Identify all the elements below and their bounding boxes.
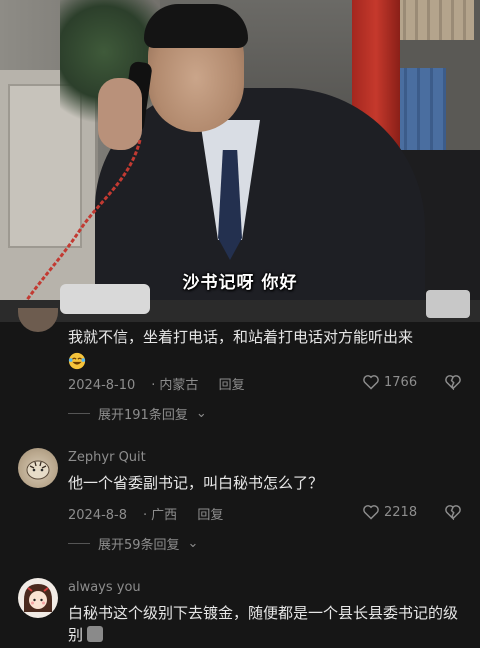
like-button[interactable]: 1766 (362, 374, 417, 390)
reply-button[interactable]: 回复 (219, 378, 245, 393)
comment-item: always you 白秘书这个级别下去镀金，随便都是一个县长县委书记的级别 (0, 578, 480, 648)
avatar[interactable] (18, 308, 58, 332)
video-subtitle: 沙书记呀 你好 (182, 273, 298, 293)
laughing-crying-emoji-icon (68, 352, 86, 370)
comment-date: 2024-8-10 (68, 378, 136, 393)
like-count: 1766 (384, 374, 418, 390)
chevron-down-icon: ⌄ (195, 406, 207, 421)
comment-item: Zephyr Quit 他一个省委副书记，叫白秘书怎么了？ 2024-8-8 · 广… (0, 448, 480, 578)
comment-text-body: 白秘书这个级别下去镀金，随便都是一个县长县委书记的级别 (68, 604, 459, 644)
avatar[interactable] (18, 578, 58, 618)
reply-button[interactable]: 回复 (197, 508, 223, 523)
comment-list: 我就不信，坐着打电话，和站着打电话对方能听出来 2024-8-10 · 内蒙古 回复… (0, 308, 480, 644)
comment-text: 白秘书这个级别下去镀金，随便都是一个县长县委书记的级别 (68, 602, 468, 646)
comment-username[interactable]: Zephyr Quit (68, 450, 146, 465)
heart-icon (363, 375, 379, 390)
broken-heart-icon[interactable] (444, 504, 462, 520)
video-frame[interactable]: 沙书记呀 你好 (0, 0, 480, 322)
comment-text: 他一个省委副书记，叫白秘书怎么了？ (68, 474, 324, 492)
comment-location: 广西 (151, 508, 178, 523)
comment-text: 我就不信，坐着打电话，和站着打电话对方能听出来 (68, 328, 414, 346)
comment-meta: 2024-8-10 · 内蒙古 回复 (68, 378, 245, 393)
divider-line (68, 543, 90, 544)
chevron-down-icon: ⌄ (187, 536, 199, 551)
comment-username[interactable]: always you (68, 580, 141, 595)
girl-cartoon-icon (24, 584, 52, 612)
binders-top (394, 0, 474, 40)
comment-meta: 2024-8-8 · 广西 回复 (68, 508, 224, 523)
comment-location: 内蒙古 (159, 378, 199, 393)
broken-heart-icon[interactable] (444, 374, 462, 390)
comment-item: 我就不信，坐着打电话，和站着打电话对方能听出来 2024-8-10 · 内蒙古 回复… (0, 308, 480, 438)
tiger-icon (26, 460, 50, 480)
comment-date: 2024-8-8 (68, 508, 128, 523)
like-button[interactable]: 2218 (362, 504, 417, 520)
expand-replies-label: 展开59条回复 (98, 538, 180, 553)
expand-replies-button[interactable]: 展开59条回复 ⌄ (68, 534, 198, 553)
man-hair (144, 4, 248, 48)
expand-replies-button[interactable]: 展开191条回复 ⌄ (68, 404, 207, 423)
expand-replies-label: 展开191条回复 (98, 408, 188, 423)
heart-icon (363, 505, 379, 520)
binders-blue (394, 68, 446, 158)
avatar[interactable] (18, 448, 58, 488)
divider-line (68, 413, 90, 414)
like-count: 2218 (384, 504, 418, 520)
